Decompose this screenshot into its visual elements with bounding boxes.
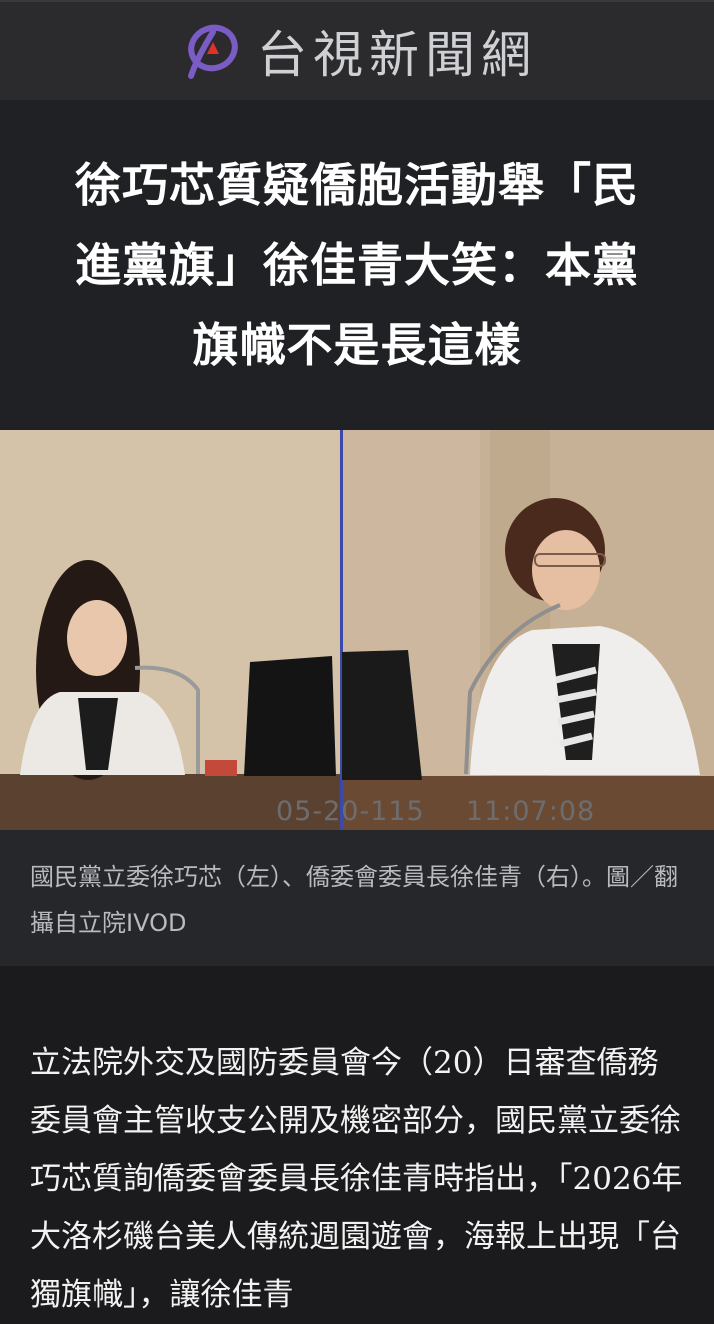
page-title: 徐巧芯質疑僑胞活動舉「民進黨旗」徐佳青大笑：本黨旗幟不是長這樣 [75,158,639,372]
site-header: 台視新聞網 [0,0,714,100]
article-paragraph: 立法院外交及國防委員會今（20）日審查僑務委員會主管收支公開及機密部分，國民黨立… [30,1045,683,1313]
site-name: 台視新聞網 [257,26,537,84]
article-headline: 徐巧芯質疑僑胞活動舉「民進黨旗」徐佳青大笑：本黨旗幟不是長這樣 [0,100,714,430]
spacer [0,966,714,1004]
caption-text: 國民黨立委徐巧芯（左）、僑委會委員長徐佳青（右）。圖／翻攝自立院IVOD [30,863,678,937]
photo-image [0,430,714,830]
site-logo[interactable]: 台視新聞網 [177,15,537,87]
photo-caption: 國民黨立委徐巧芯（左）、僑委會委員長徐佳青（右）。圖／翻攝自立院IVOD [0,830,714,966]
article-photo: 05-20-115 11:07:08 [0,430,714,830]
video-timestamp: 05-20-115 11:07:08 [276,796,595,827]
timestamp-date: 05-20-115 [276,796,425,827]
timestamp-time: 11:07:08 [465,796,596,827]
article-body: 立法院外交及國防委員會今（20）日審查僑務委員會主管收支公開及機密部分，國民黨立… [0,1004,714,1324]
ttv-logo-icon [188,24,238,79]
